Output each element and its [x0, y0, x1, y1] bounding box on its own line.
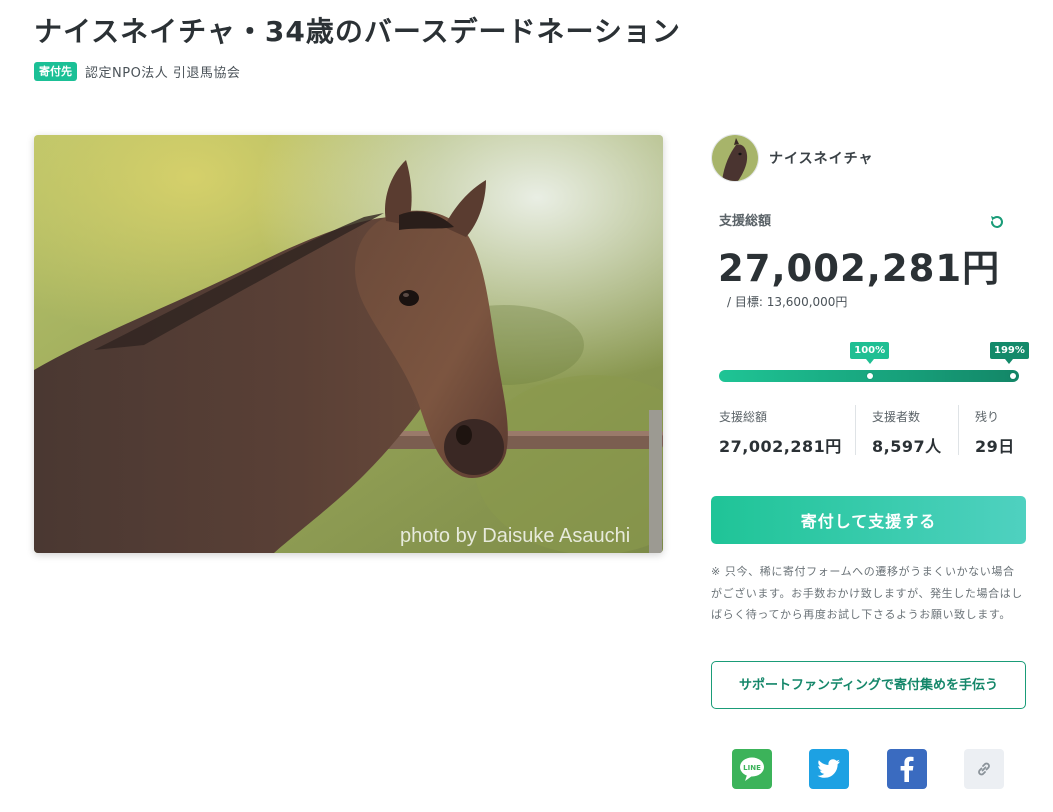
stat-supporters: 支援者数 8,597人: [856, 405, 958, 456]
twitter-share-button[interactable]: [809, 749, 849, 789]
horse-photo: photo by Daisuke Asauchi: [34, 135, 663, 553]
stat-label: 支援者数: [872, 410, 921, 424]
goal-amount: / 目標: 13,600,000円: [727, 295, 848, 309]
refresh-icon[interactable]: [988, 213, 1006, 231]
project-header: ナイスネイチャ: [711, 134, 873, 182]
line-share-button[interactable]: LINE: [732, 749, 772, 789]
project-photo: photo by Daisuke Asauchi: [34, 135, 663, 553]
stat-label: 残り: [975, 410, 1000, 424]
milestone-dot: [866, 373, 873, 379]
line-text: LINE: [743, 764, 761, 772]
donation-target-badge: 寄付先: [34, 62, 77, 81]
stat-value: 27,002,281円: [719, 437, 842, 456]
organization-name[interactable]: 認定NPO法人 引退馬協会: [85, 62, 240, 81]
facebook-share-button[interactable]: [887, 749, 927, 789]
funding-stats: 支援総額 27,002,281円 支援者数 8,597人 残り 29日: [719, 405, 1025, 456]
line-icon: LINE: [740, 757, 764, 781]
facebook-icon: [900, 756, 914, 782]
total-amount: 27,002,281円: [718, 247, 1001, 290]
photo-credit: photo by Daisuke Asauchi: [400, 525, 630, 547]
stat-remaining: 残り 29日: [959, 405, 1025, 456]
avatar[interactable]: [711, 134, 759, 182]
page-title: ナイスネイチャ・34歳のバースデードネーション: [34, 15, 681, 48]
twitter-icon: [817, 759, 840, 778]
milestone-flag: 100%: [850, 342, 890, 364]
donate-button[interactable]: 寄付して支援する: [711, 496, 1026, 544]
stat-label: 支援総額: [719, 410, 768, 424]
support-funding-button[interactable]: サポートファンディングで寄付集めを手伝う: [711, 661, 1026, 709]
copy-link-button[interactable]: [964, 749, 1004, 789]
stat-value: 8,597人: [872, 437, 942, 456]
total-label: 支援総額: [719, 214, 772, 229]
current-progress-flag: 199%: [990, 342, 1029, 364]
project-name[interactable]: ナイスネイチャ: [769, 148, 873, 168]
link-icon: [978, 762, 990, 776]
stat-total: 支援総額 27,002,281円: [719, 405, 855, 456]
current-dot: [1010, 373, 1016, 379]
form-notice: ※ 只今、稀に寄付フォームへの遷移がうまくいかない場合がございます。お手数おかけ…: [711, 565, 1023, 621]
beneficiary-info: 寄付先 認定NPO法人 引退馬協会: [34, 62, 240, 81]
progress-bar: 100% 199%: [719, 341, 1029, 385]
stat-value: 29日: [975, 437, 1015, 456]
